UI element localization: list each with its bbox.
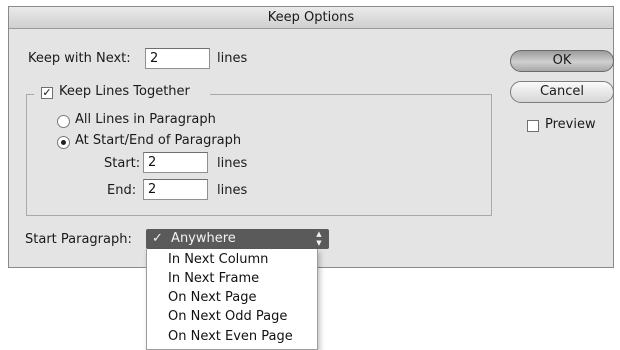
end-lines-field[interactable] [143,179,208,200]
menu-item-on-next-page[interactable]: On Next Page [168,290,257,305]
keep-lines-together-label: Keep Lines Together [59,84,190,99]
all-lines-radio[interactable] [57,115,70,128]
menu-item-in-next-frame[interactable]: In Next Frame [168,271,259,286]
selected-check-icon: ✓ [152,231,163,246]
preview-label: Preview [545,117,596,132]
menu-item-on-next-odd-page[interactable]: On Next Odd Page [168,309,287,324]
start-lines-field[interactable] [143,152,208,173]
preview-checkbox[interactable] [527,120,539,132]
start-label: Start: [104,156,141,171]
at-start-end-label: At Start/End of Paragraph [75,133,242,148]
end-label: End: [107,183,137,198]
cancel-button[interactable]: Cancel [510,81,614,103]
end-unit: lines [217,183,248,198]
start-paragraph-menu: In Next Column In Next Frame On Next Pag… [146,249,318,350]
at-start-end-radio[interactable] [57,136,70,149]
all-lines-label: All Lines in Paragraph [75,112,216,127]
keep-with-next-label: Keep with Next: [28,51,131,66]
menu-item-in-next-column[interactable]: In Next Column [168,252,268,267]
start-paragraph-label: Start Paragraph: [25,232,132,247]
updown-arrows-icon: ▲ ▼ [316,230,322,247]
start-unit: lines [217,156,248,171]
start-paragraph-selected: Anywhere [171,231,236,246]
start-paragraph-select[interactable]: ✓ Anywhere ▲ ▼ [146,229,329,249]
menu-item-on-next-even-page[interactable]: On Next Even Page [168,329,293,344]
ok-button[interactable]: OK [510,50,614,72]
keep-lines-together-checkbox[interactable]: ✓ [41,87,53,99]
keep-with-next-unit: lines [217,51,248,66]
keep-with-next-field[interactable] [145,48,210,69]
dialog-title: Keep Options [9,7,613,29]
checkmark-icon: ✓ [42,86,52,99]
